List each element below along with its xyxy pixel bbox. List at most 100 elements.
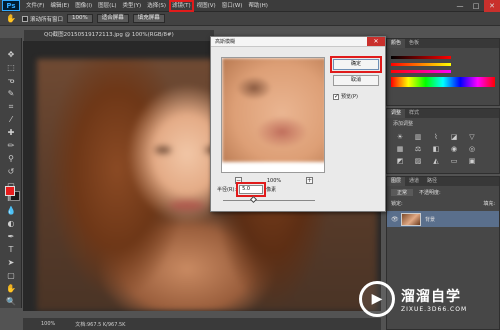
blur-preview[interactable] [221,57,325,173]
visibility-eye-icon[interactable]: 👁 [391,216,399,223]
type-tool-icon[interactable]: T [0,243,22,256]
healing-brush-tool-icon[interactable]: ✚ [0,126,22,139]
zoom-out-button[interactable]: − [235,177,242,184]
status-zoom[interactable]: 100% [41,321,55,327]
menu-edit[interactable]: 编辑(E) [47,0,72,12]
stamp-tool-icon[interactable]: ⚲ [0,152,22,165]
posterize-icon[interactable]: ▨ [411,157,425,166]
close-button[interactable]: ✕ [484,0,500,12]
fill-label: 填充: [483,201,495,207]
minimize-button[interactable]: — [452,0,468,12]
gradient-map-icon[interactable]: ▭ [447,157,461,166]
black-white-icon[interactable]: ◧ [429,145,443,154]
invert-icon[interactable]: ◩ [393,157,407,166]
color-balance-icon[interactable]: ⚖ [411,145,425,154]
document-tab[interactable]: QQ截图20150519172113.jpg @ 100%(RGB/8#) [24,30,214,41]
tab-layers[interactable]: 图层 [387,177,406,186]
blue-slider[interactable] [391,70,451,73]
preview-label: 预览(P) [341,94,358,100]
preview-checkbox[interactable]: ✓ [333,93,339,100]
green-slider-row[interactable] [387,61,499,68]
layer-background[interactable]: 👁 背景 [387,211,499,227]
eyedropper-tool-icon[interactable]: ⁄ [0,113,22,126]
dialog-close-button[interactable]: ✕ [367,37,385,46]
adjustments-panel: 调整 样式 添加调整 ☀ ▥ ⌇ ◪ ▽ ▦ ⚖ ◧ ◉ ◎ ◩ ▨ ◭ ▭ ▣ [386,108,500,174]
red-slider[interactable] [391,56,451,59]
brush-tool-icon[interactable]: ✏ [0,139,22,152]
opacity-label: 不透明度: [419,190,441,196]
fit-screen-button[interactable]: 适合屏幕 [96,14,129,23]
window-controls: — □ ✕ [452,0,500,12]
blur-tool-icon[interactable]: 💧 [0,204,22,217]
preview-zoom-row: − 100% + [235,177,313,184]
tab-styles[interactable]: 样式 [405,109,423,118]
layer-name: 背景 [425,216,436,223]
vibrance-icon[interactable]: ▽ [465,133,479,142]
curves-icon[interactable]: ⌇ [429,133,443,142]
move-tool-icon[interactable]: ✥ [0,48,22,61]
zoom-tool-icon[interactable]: 🔍 [0,295,22,308]
layers-panel-tabs: 图层 通道 路径 [387,177,499,186]
zoom-in-button[interactable]: + [305,177,313,184]
zoom-100-button[interactable]: 100% [67,14,93,23]
foreground-color-swatch[interactable] [5,186,15,196]
scroll-all-windows-checkbox[interactable] [22,15,28,22]
tab-swatches[interactable]: 色板 [405,39,423,48]
crop-tool-icon[interactable]: ⌗ [0,100,22,113]
threshold-icon[interactable]: ◭ [429,157,443,166]
tab-color[interactable]: 颜色 [387,39,406,48]
menu-view[interactable]: 视图(V) [194,0,219,12]
blue-slider-row[interactable] [387,68,499,75]
path-select-tool-icon[interactable]: ➤ [0,256,22,269]
radius-slider[interactable] [223,195,315,204]
layers-lock-row: 锁定: 填充: [387,199,499,211]
preview-image [222,58,324,162]
fill-screen-button[interactable]: 填充屏幕 [132,14,165,23]
menu-type[interactable]: 类型(Y) [120,0,145,12]
green-slider[interactable] [391,63,451,66]
layers-blend-row: 正常 不透明度: [387,186,499,199]
history-brush-tool-icon[interactable]: ↺ [0,165,22,178]
tab-adjustments[interactable]: 调整 [387,109,406,118]
red-slider-row[interactable] [387,54,499,61]
status-bar: 100% 文档:967.5 K/967.5K [23,318,381,330]
preview-zoom-value: 100% [266,177,282,184]
tab-channels[interactable]: 通道 [405,177,423,186]
color-spectrum[interactable] [391,77,495,87]
adjustments-panel-tabs: 调整 样式 [387,109,499,118]
levels-icon[interactable]: ▥ [411,133,425,142]
exposure-icon[interactable]: ◪ [447,133,461,142]
shape-tool-icon[interactable]: ▢ [0,269,22,282]
menu-window[interactable]: 窗口(W) [219,0,246,12]
channel-mixer-icon[interactable]: ◎ [465,145,479,154]
menu-file[interactable]: 文件(F) [23,0,47,12]
selective-color-icon[interactable]: ▣ [465,157,479,166]
lasso-tool-icon[interactable]: ᓀ [0,74,22,87]
dodge-tool-icon[interactable]: ◐ [0,217,22,230]
marquee-tool-icon[interactable]: ⬚ [0,61,22,74]
scroll-all-windows-label: 滚动所有窗口 [30,16,64,23]
hand-icon[interactable]: ✋ [4,14,18,24]
tab-paths[interactable]: 路径 [423,177,441,186]
menu-filter[interactable]: 滤镜(T) [168,0,194,12]
hand-tool-icon[interactable]: ✋ [0,282,22,295]
scroll-all-windows-option[interactable]: 滚动所有窗口 [22,15,63,23]
maximize-button[interactable]: □ [468,0,484,12]
hue-saturation-icon[interactable]: ▦ [393,145,407,154]
preview-option[interactable]: ✓ 预览(P) [333,93,358,100]
menu-select[interactable]: 选择(S) [144,0,169,12]
blend-mode-select[interactable]: 正常 [391,189,414,196]
layer-thumbnail [401,212,421,226]
menu-help[interactable]: 帮助(H) [245,0,270,12]
image-eye-left [155,147,171,153]
radius-slider-handle[interactable] [249,195,258,204]
menu-layer[interactable]: 图层(L) [95,0,119,12]
menu-image[interactable]: 图像(I) [72,0,95,12]
radius-input[interactable]: 5.0 [236,182,267,197]
photo-filter-icon[interactable]: ◉ [447,145,461,154]
ok-button[interactable]: 确定 [330,56,382,73]
pen-tool-icon[interactable]: ✒ [0,230,22,243]
brightness-icon[interactable]: ☀ [393,133,407,142]
quick-select-tool-icon[interactable]: ✎ [0,87,22,100]
cancel-button[interactable]: 取消 [333,75,379,86]
